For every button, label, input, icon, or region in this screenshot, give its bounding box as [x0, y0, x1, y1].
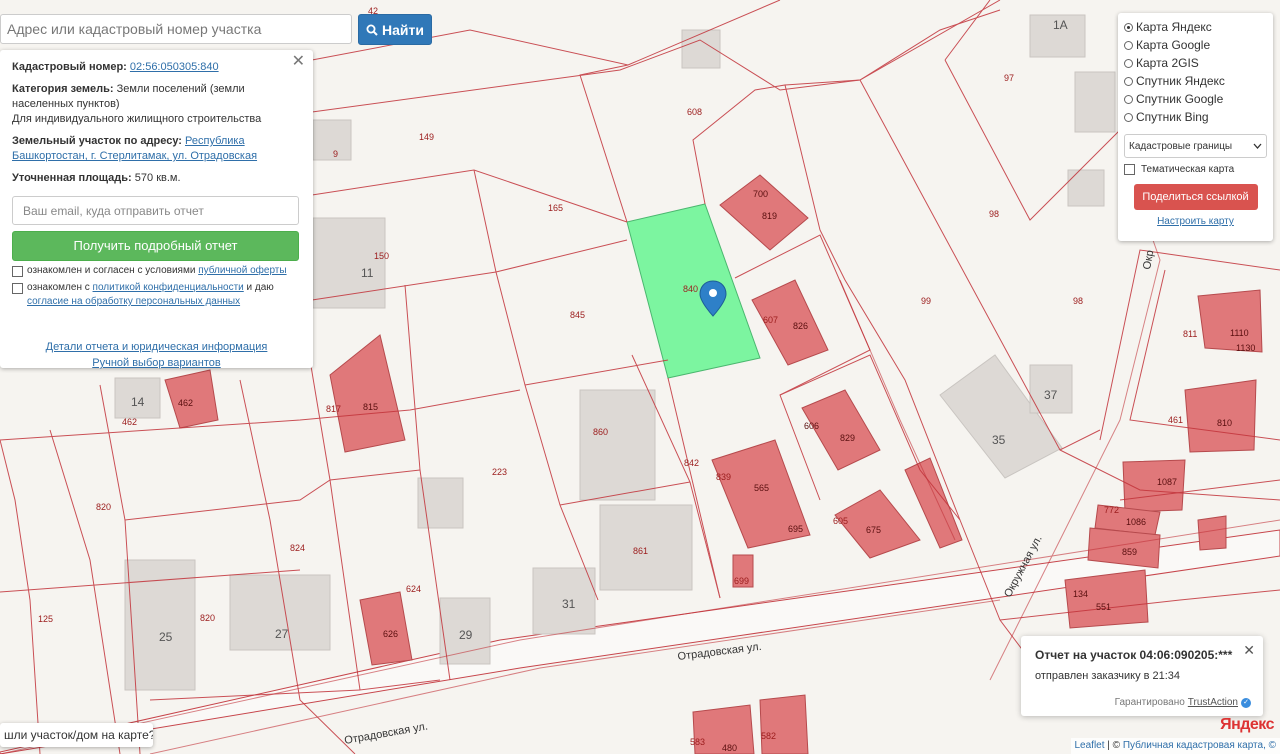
- basemap-option[interactable]: Карта Google: [1124, 36, 1267, 54]
- overlay-select-value: Кадастровые границы: [1129, 140, 1233, 152]
- find-plot-hint[interactable]: шли участок/дом на карте?: [0, 723, 153, 747]
- land-category-label: Категория земель:: [12, 83, 114, 95]
- area-label: Уточненная площадь:: [12, 172, 132, 184]
- checkbox-box[interactable]: [12, 283, 23, 294]
- cadastral-number-row: Кадастровый номер: 02:56:050305:840: [12, 60, 301, 75]
- radio-button[interactable]: [1124, 94, 1133, 104]
- search-button[interactable]: Найти: [358, 14, 432, 45]
- basemap-option-label: Спутник Google: [1136, 92, 1224, 106]
- overlay-select[interactable]: Кадастровые границы: [1124, 134, 1267, 158]
- public-offer-link[interactable]: публичной оферты: [198, 265, 286, 276]
- basemap-option-label: Спутник Яндекс: [1136, 74, 1225, 88]
- basemap-option-label: Спутник Bing: [1136, 110, 1209, 124]
- consent-text: ознакомлен с: [27, 282, 93, 293]
- report-details-link[interactable]: Детали отчета и юридическая информация: [12, 339, 301, 355]
- email-field[interactable]: [12, 196, 299, 225]
- data-processing-link[interactable]: согласие на обработку персональных данны…: [27, 296, 240, 307]
- attribution-separator: | ©: [1104, 740, 1123, 751]
- map-layers-panel: Карта Яндекс Карта Google Карта 2GIS Спутни…: [1118, 13, 1273, 241]
- land-use-value: Для индивидуального жилищного строительс…: [12, 113, 262, 125]
- address-row: Земельный участок по адресу: Республика …: [12, 134, 301, 164]
- manual-selection-link[interactable]: Ручной выбор вариантов: [12, 355, 301, 371]
- radio-button[interactable]: [1124, 40, 1133, 50]
- configure-map-link[interactable]: Настроить карту: [1124, 216, 1267, 227]
- radio-button[interactable]: [1124, 112, 1133, 122]
- radio-button[interactable]: [1124, 22, 1133, 32]
- basemap-option-label: Карта Яндекс: [1136, 20, 1212, 34]
- basemap-option[interactable]: Карта Яндекс: [1124, 18, 1267, 36]
- basemap-option[interactable]: Спутник Bing: [1124, 108, 1267, 126]
- yandex-logo: Яндекс: [1220, 716, 1274, 733]
- cadastral-number-link[interactable]: 02:56:050305:840: [130, 61, 219, 73]
- trustaction-link[interactable]: TrustAction: [1188, 697, 1238, 708]
- checkbox-box[interactable]: [12, 266, 23, 277]
- leaflet-link[interactable]: Leaflet: [1075, 740, 1105, 751]
- search-icon: [366, 24, 378, 36]
- address-label: Земельный участок по адресу:: [12, 135, 182, 147]
- area-value: 570 кв.м.: [134, 172, 181, 184]
- area-row: Уточненная площадь: 570 кв.м.: [12, 171, 301, 186]
- chevron-down-icon: [1253, 143, 1262, 149]
- close-icon[interactable]: ✕: [292, 54, 305, 70]
- privacy-policy-link[interactable]: политикой конфиденциальности: [93, 282, 244, 293]
- close-icon[interactable]: ✕: [1243, 642, 1255, 659]
- offer-consent-checkbox[interactable]: ознакомлен и согласен с условиями публич…: [12, 264, 301, 278]
- basemap-option[interactable]: Карта 2GIS: [1124, 54, 1267, 72]
- basemap-options: Карта Яндекс Карта Google Карта 2GIS Спутни…: [1124, 18, 1267, 126]
- guarantee-line: Гарантировано TrustAction ✓: [1115, 697, 1251, 708]
- search-input[interactable]: [0, 14, 352, 44]
- search-button-label: Найти: [382, 21, 424, 38]
- notification-subtitle: отправлен заказчику в 21:34: [1035, 670, 1181, 682]
- cadastre-link[interactable]: Публичная кадастровая карта, ©: [1123, 740, 1276, 751]
- share-link-button[interactable]: Поделиться ссылкой: [1133, 184, 1258, 210]
- verified-check-icon: ✓: [1241, 697, 1251, 708]
- basemap-option-label: Карта 2GIS: [1136, 56, 1199, 70]
- basemap-option[interactable]: Спутник Яндекс: [1124, 72, 1267, 90]
- basemap-option[interactable]: Спутник Google: [1124, 90, 1267, 108]
- checkbox-box[interactable]: [1124, 164, 1135, 175]
- report-links: Детали отчета и юридическая информация Р…: [12, 339, 301, 371]
- plot-info-panel: ✕ Кадастровый номер: 02:56:050305:840 Ка…: [0, 50, 313, 371]
- radio-button[interactable]: [1124, 58, 1133, 68]
- thematic-map-label: Тематическая карта: [1141, 164, 1235, 175]
- land-category-row: Категория земель: Земли поселений (земли…: [12, 82, 301, 127]
- notification-title: Отчет на участок 04:06:090205:***: [1035, 648, 1233, 662]
- report-notification: ✕ Отчет на участок 04:06:090205:*** отпр…: [1021, 636, 1263, 716]
- consent-text: и даю: [243, 282, 274, 293]
- basemap-option-label: Карта Google: [1136, 38, 1211, 52]
- get-report-button[interactable]: Получить подробный отчет: [12, 231, 299, 261]
- consent-text: ознакомлен и согласен с условиями: [27, 265, 199, 276]
- map-attribution: Leaflet | © Публичная кадастровая карта,…: [1070, 738, 1280, 754]
- guarantee-label: Гарантировано: [1114, 697, 1185, 708]
- radio-button[interactable]: [1124, 76, 1133, 86]
- privacy-consent-checkbox[interactable]: ознакомлен с политикой конфиденциальност…: [12, 281, 301, 309]
- thematic-map-checkbox[interactable]: Тематическая карта: [1124, 164, 1267, 175]
- cadastral-number-label: Кадастровый номер:: [12, 61, 127, 73]
